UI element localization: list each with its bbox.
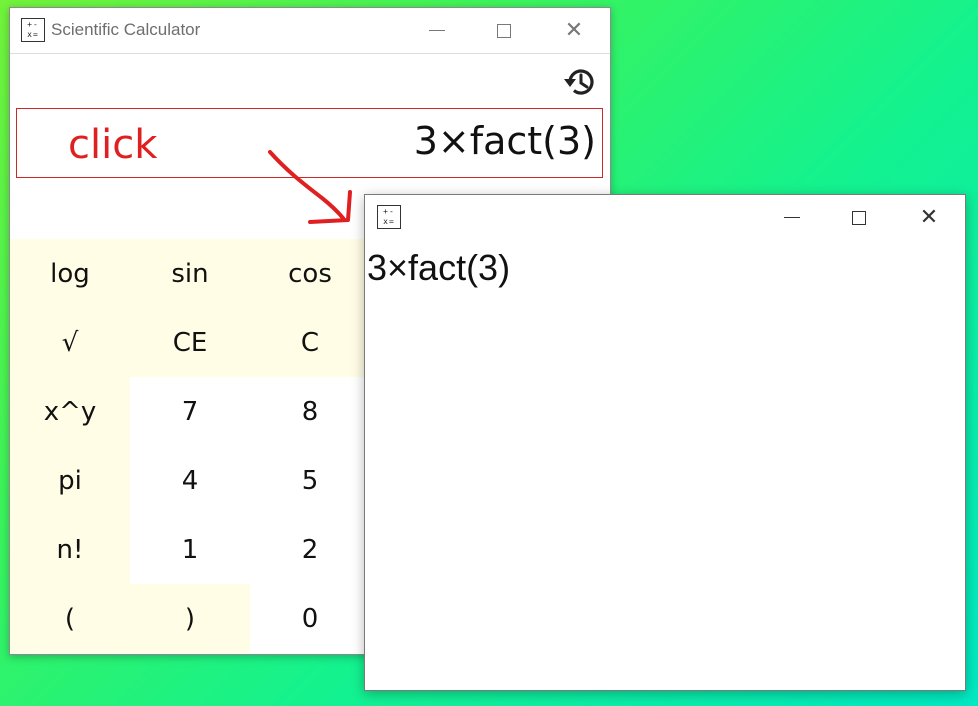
key-button[interactable]: 7 xyxy=(130,377,250,446)
history-icon xyxy=(564,69,594,95)
popup-close-button[interactable]: ✕ xyxy=(906,195,952,240)
close-button[interactable]: ✕ xyxy=(551,8,597,53)
key-button[interactable]: 4 xyxy=(130,446,250,515)
key-button[interactable]: 5 xyxy=(250,446,370,515)
popup-titlebar[interactable]: +- x= ✕ xyxy=(365,195,965,239)
key-button[interactable]: n! xyxy=(10,515,130,584)
close-icon: ✕ xyxy=(919,204,939,230)
app-icon-top-glyph: +- xyxy=(27,20,39,29)
popup-window: +- x= ✕ 3×fact(3) xyxy=(364,194,966,691)
key-button[interactable]: log xyxy=(10,239,130,308)
minimize-button[interactable] xyxy=(414,8,460,53)
popup-icon-top-glyph: +- xyxy=(383,207,395,216)
display-expression: 3×fact(3) xyxy=(413,119,596,163)
maximize-icon xyxy=(852,210,866,225)
annotation-arrow-icon xyxy=(268,150,352,224)
minimize-icon xyxy=(429,30,445,31)
key-button[interactable]: pi xyxy=(10,446,130,515)
close-icon: ✕ xyxy=(564,17,584,43)
popup-app-icon: +- x= xyxy=(377,205,401,229)
key-button[interactable]: C xyxy=(250,308,370,377)
app-icon-bottom-glyph: x= xyxy=(27,30,39,39)
annotation-click-label: click xyxy=(68,122,158,168)
minimize-icon xyxy=(784,217,800,218)
key-button[interactable]: ( xyxy=(10,584,130,653)
key-button[interactable]: 0 xyxy=(250,584,370,653)
calculator-titlebar[interactable]: +- x= Scientific Calculator ✕ xyxy=(10,8,610,54)
key-button[interactable]: 8 xyxy=(250,377,370,446)
key-button[interactable]: ) xyxy=(130,584,250,653)
calculator-app-icon: +- x= xyxy=(21,18,45,42)
popup-icon-bottom-glyph: x= xyxy=(383,217,395,226)
key-button[interactable]: 1 xyxy=(130,515,250,584)
history-button[interactable] xyxy=(562,63,600,101)
key-button[interactable]: 2 xyxy=(250,515,370,584)
key-button[interactable]: sin xyxy=(130,239,250,308)
popup-expression: 3×fact(3) xyxy=(367,247,511,288)
key-button[interactable]: cos xyxy=(250,239,370,308)
popup-maximize-button[interactable] xyxy=(836,195,882,240)
key-button[interactable]: CE xyxy=(130,308,250,377)
maximize-icon xyxy=(497,23,511,38)
key-button[interactable]: √ xyxy=(10,308,130,377)
key-button[interactable]: x^y xyxy=(10,377,130,446)
maximize-button[interactable] xyxy=(481,8,527,53)
popup-minimize-button[interactable] xyxy=(769,195,815,240)
window-title: Scientific Calculator xyxy=(51,20,201,39)
